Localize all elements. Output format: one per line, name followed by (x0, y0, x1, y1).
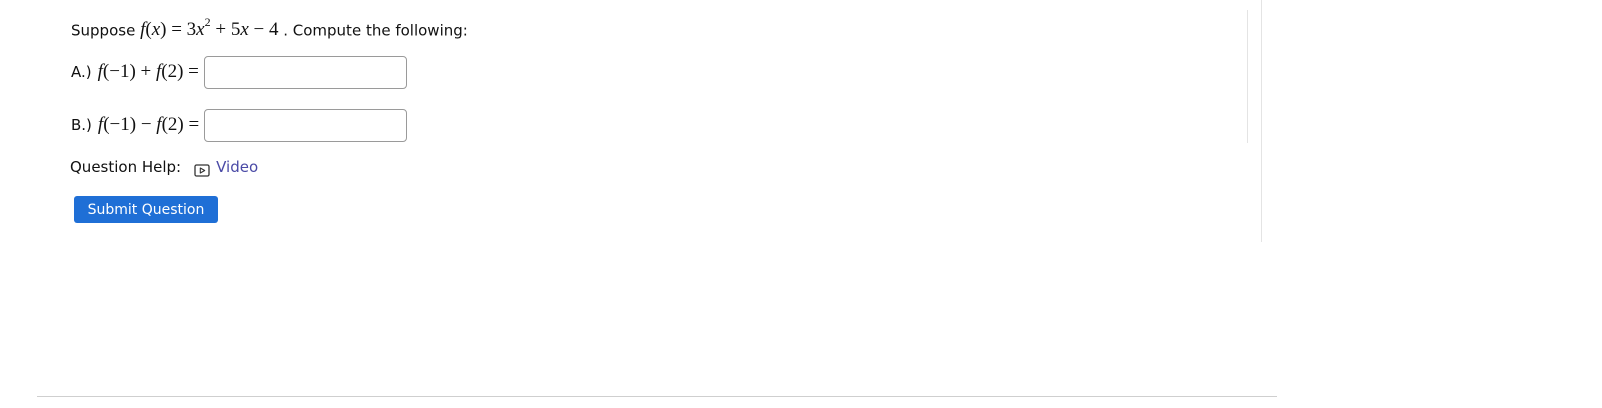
part-b-row: B.) f(−1) − f(2) = (71, 108, 408, 142)
prompt-prefix: Suppose (71, 21, 136, 40)
part-b-label: B.) (71, 116, 92, 134)
part-a-row: A.) f(−1) + f(2) = (71, 55, 407, 89)
part-a-label: A.) (71, 63, 92, 81)
function-definition: f(x) = 3x2 + 5x − 4 (140, 15, 284, 41)
divider-vertical (1247, 10, 1248, 143)
divider-horizontal (37, 396, 1277, 397)
video-link[interactable]: Video (216, 156, 258, 178)
part-a-answer-input[interactable] (203, 55, 407, 89)
submit-question-button[interactable]: Submit Question (74, 196, 218, 223)
part-b-answer-input[interactable] (204, 108, 408, 142)
question-help-label: Question Help: (70, 158, 182, 176)
question-prompt: Suppose f(x) = 3x2 + 5x − 4 . Compute th… (71, 11, 468, 43)
part-a-expression: f(−1) + f(2) = (97, 61, 199, 82)
question-help: Question Help: Video (70, 156, 258, 178)
divider-vertical (1261, 0, 1262, 242)
part-b-expression: f(−1) − f(2) = (97, 114, 200, 135)
prompt-suffix: . Compute the following: (283, 21, 468, 40)
video-play-icon[interactable] (194, 161, 210, 177)
